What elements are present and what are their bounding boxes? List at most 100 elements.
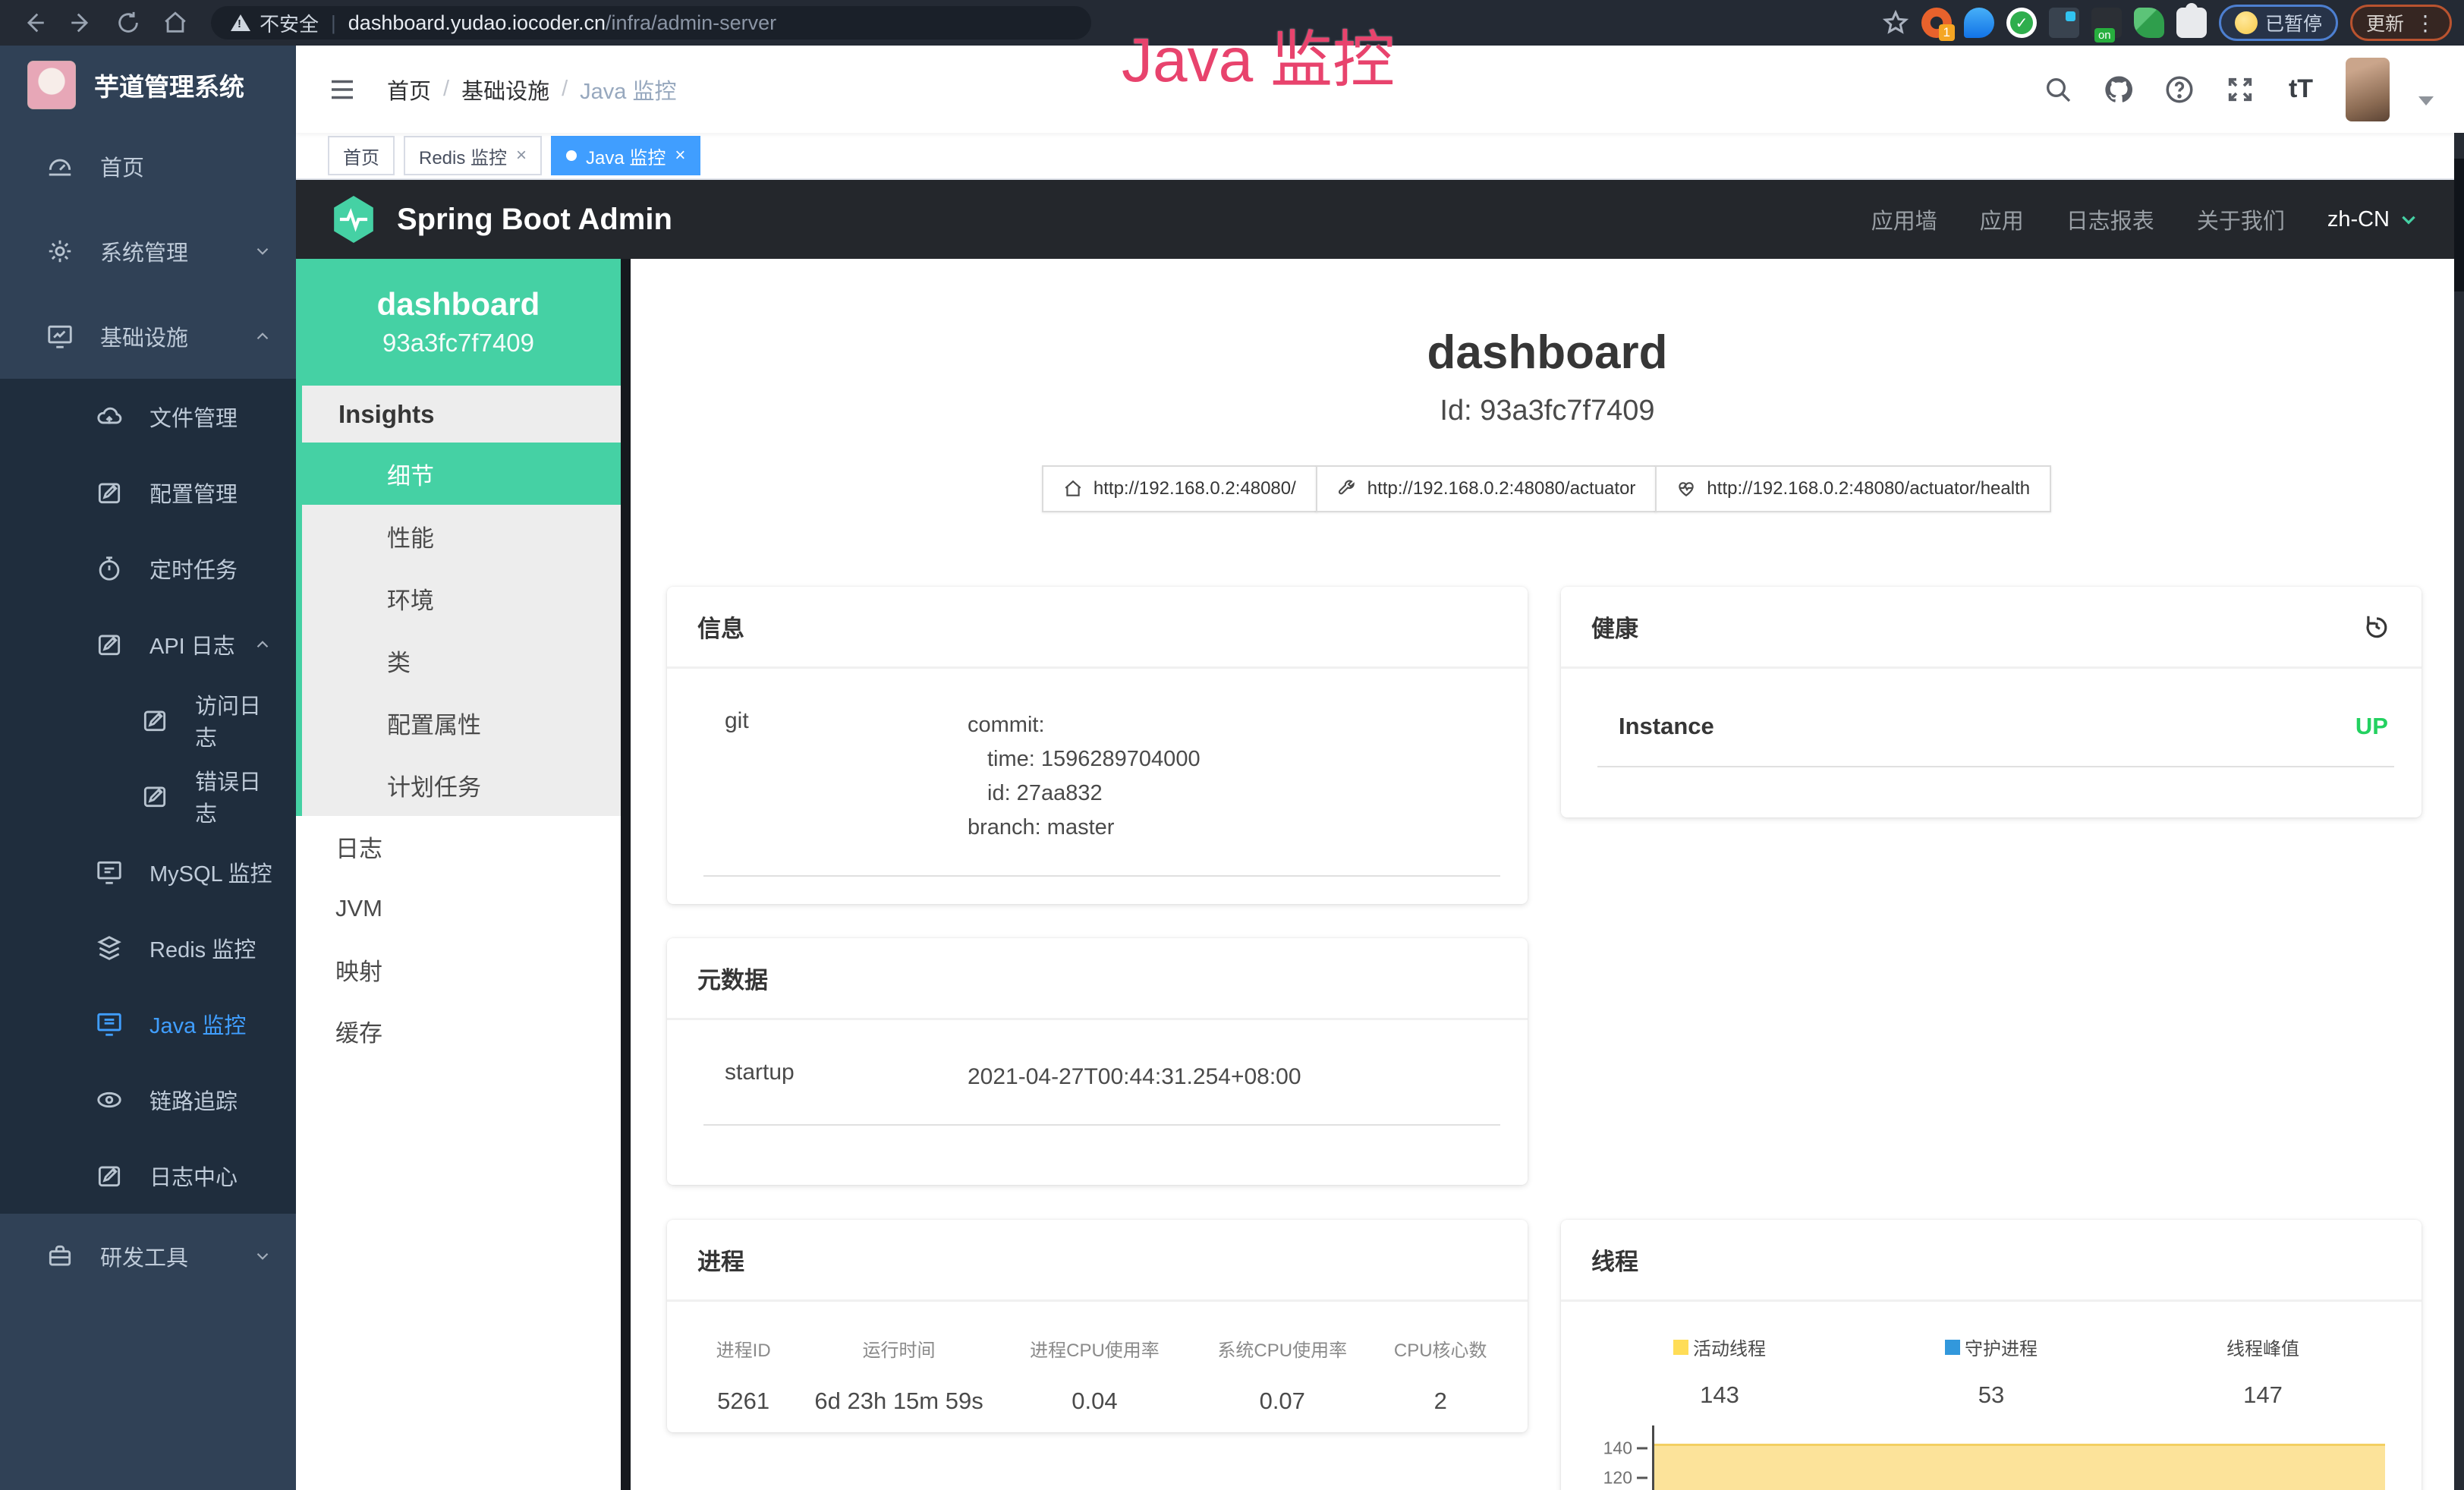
sidebar-item-label: 链路追踪 (149, 1084, 238, 1116)
column-value: 0.04 (1001, 1388, 1188, 1415)
browser-forward-icon[interactable] (68, 10, 94, 36)
sba-menu-caches[interactable]: 缓存 (296, 1000, 621, 1062)
tag-close-icon[interactable]: × (516, 145, 527, 166)
sidebar-item-java-monitor[interactable]: Java 监控 (0, 986, 296, 1062)
tag-redis-monitor[interactable]: Redis 监控 × (404, 136, 542, 175)
extension-pin-icon[interactable] (1964, 8, 1994, 38)
dashboard-gauge-icon (46, 152, 74, 181)
tag-java-monitor[interactable]: Java 监控 × (551, 136, 700, 175)
breadcrumb-infra[interactable]: 基础设施 (461, 74, 549, 106)
tag-home[interactable]: 首页 (328, 136, 395, 175)
sba-menu-environment[interactable]: 环境 (302, 567, 621, 629)
stat-live-threads: 活动线程 143 (1584, 1334, 1855, 1409)
browser-home-icon[interactable] (162, 10, 188, 36)
extension-check-icon[interactable]: ✓ (2006, 8, 2037, 38)
sidebar-item-label: 日志中心 (149, 1160, 238, 1192)
update-button[interactable]: 更新 ⋮ (2350, 5, 2452, 41)
tag-close-icon[interactable]: × (675, 145, 685, 166)
sidebar-item-dev-tools[interactable]: 研发工具 (0, 1214, 296, 1299)
sba-locale-select[interactable]: zh-CN (2327, 207, 2418, 232)
sidebar-item-home[interactable]: 首页 (0, 124, 296, 209)
history-icon[interactable] (2362, 613, 2391, 641)
sba-instance-header[interactable]: dashboard 93a3fc7f7409 (296, 259, 621, 386)
process-col-cores: CPU核心数 2 (1376, 1335, 1505, 1415)
address-separator: | (331, 11, 336, 35)
avatar-caret-icon[interactable] (2418, 96, 2434, 106)
help-icon[interactable] (2163, 74, 2195, 106)
sba-menu-details[interactable]: 细节 (296, 443, 621, 505)
sidebar-item-access-log[interactable]: 访问日志 (0, 682, 296, 758)
column-header: 系统CPU使用率 (1188, 1335, 1376, 1362)
chevron-down-icon (252, 241, 273, 262)
browser-reload-icon[interactable] (115, 10, 141, 36)
health-instance-row[interactable]: Instance UP (1597, 691, 2394, 767)
browser-back-icon[interactable] (21, 10, 47, 36)
extension-switch-icon[interactable]: on (2091, 8, 2122, 38)
security-warning-icon[interactable] (231, 14, 250, 31)
info-value: commit: time: 1596289704000 id: 27aa832 … (968, 708, 1201, 845)
sba-menu-classes[interactable]: 类 (302, 629, 621, 691)
instance-name: dashboard (296, 286, 621, 323)
chevron-down-icon (2399, 209, 2418, 229)
page-scrollbar[interactable] (2454, 133, 2464, 1490)
sba-menu-scheduled-tasks[interactable]: 计划任务 (302, 754, 621, 816)
browser-extensions-area: 1 ✓ on 已暂停 更新 ⋮ (1882, 0, 2452, 46)
paused-profile-pill[interactable]: 已暂停 (2219, 5, 2338, 41)
sidebar-fold-icon[interactable] (326, 74, 358, 106)
sidebar-item-config[interactable]: 配置管理 (0, 455, 296, 531)
sidebar-item-error-log[interactable]: 错误日志 (0, 758, 296, 834)
sidebar-item-system[interactable]: 系统管理 (0, 209, 296, 294)
sidebar-logo-row[interactable]: 芋道管理系统 (0, 46, 296, 124)
security-label: 不安全 (260, 9, 319, 37)
sidebar-item-infra[interactable]: 基础设施 (0, 294, 296, 379)
extensions-puzzle-icon[interactable] (2176, 8, 2207, 38)
fullscreen-icon[interactable] (2224, 74, 2256, 106)
font-size-icon[interactable]: tT (2285, 74, 2317, 106)
github-icon[interactable] (2103, 74, 2135, 106)
iframe-scrollbar[interactable] (621, 259, 631, 1490)
sba-brand-title[interactable]: Spring Boot Admin (397, 203, 672, 237)
sidebar-item-mysql[interactable]: MySQL 监控 (0, 834, 296, 910)
app-logo (27, 61, 76, 109)
avatar[interactable] (2346, 58, 2390, 121)
sidebar-item-redis[interactable]: Redis 监控 (0, 910, 296, 986)
extension-grid-icon[interactable] (2049, 8, 2079, 38)
browser-menu-icon[interactable]: ⋮ (2415, 11, 2436, 36)
sba-nav-journal[interactable]: 日志报表 (2066, 203, 2154, 235)
tag-label: 首页 (343, 143, 379, 169)
sidebar-item-jobs[interactable]: 定时任务 (0, 531, 296, 606)
sba-nav-wall[interactable]: 应用墙 (1871, 203, 1937, 235)
column-header: CPU核心数 (1376, 1335, 1505, 1362)
search-icon[interactable] (2042, 74, 2074, 106)
bookmark-star-icon[interactable] (1882, 9, 1909, 36)
endpoint-actuator-button[interactable]: http://192.168.0.2:48080/actuator (1316, 465, 1657, 512)
sba-body: dashboard 93a3fc7f7409 Insights 细节 性能 环境… (296, 259, 2464, 1490)
sidebar-item-tracing[interactable]: 链路追踪 (0, 1062, 296, 1138)
threads-panel-title: 线程 (1591, 1243, 1638, 1277)
sba-menu-jvm[interactable]: JVM (296, 877, 621, 939)
eye-icon (95, 1085, 124, 1114)
sidebar-item-log-center[interactable]: 日志中心 (0, 1138, 296, 1214)
process-col-cpu: 进程CPU使用率 0.04 (1001, 1335, 1188, 1415)
sidebar-item-label: 定时任务 (149, 553, 238, 584)
sba-nav-about[interactable]: 关于我们 (2197, 203, 2285, 235)
endpoint-home-button[interactable]: http://192.168.0.2:48080/ (1042, 465, 1317, 512)
scrollbar-thumb[interactable] (2454, 159, 2464, 291)
extension-icon-1[interactable]: 1 (1921, 8, 1952, 38)
tags-bar: 首页 Redis 监控 × Java 监控 × (296, 133, 2464, 180)
sidebar-item-files[interactable]: 文件管理 (0, 379, 296, 455)
sidebar-item-api-log[interactable]: API 日志 (0, 606, 296, 682)
sba-menu-logs[interactable]: 日志 (296, 816, 621, 877)
extension-leaf-icon[interactable] (2134, 8, 2164, 38)
address-bar[interactable]: 不安全 | dashboard.yudao.iocoder.cn /infra/… (211, 6, 1091, 39)
endpoint-health-button[interactable]: http://192.168.0.2:48080/actuator/health (1655, 465, 2051, 512)
sba-menu-mappings[interactable]: 映射 (296, 939, 621, 1000)
metadata-key: startup (725, 1060, 968, 1094)
sba-menu-metrics[interactable]: 性能 (302, 505, 621, 567)
breadcrumb-home[interactable]: 首页 (387, 74, 431, 106)
tag-label: Java 监控 (586, 143, 666, 169)
spring-boot-admin-logo[interactable] (330, 194, 377, 245)
sidebar-item-label: 访问日志 (195, 688, 273, 752)
sba-nav-applications[interactable]: 应用 (1980, 203, 2024, 235)
sba-menu-config-props[interactable]: 配置属性 (302, 691, 621, 754)
